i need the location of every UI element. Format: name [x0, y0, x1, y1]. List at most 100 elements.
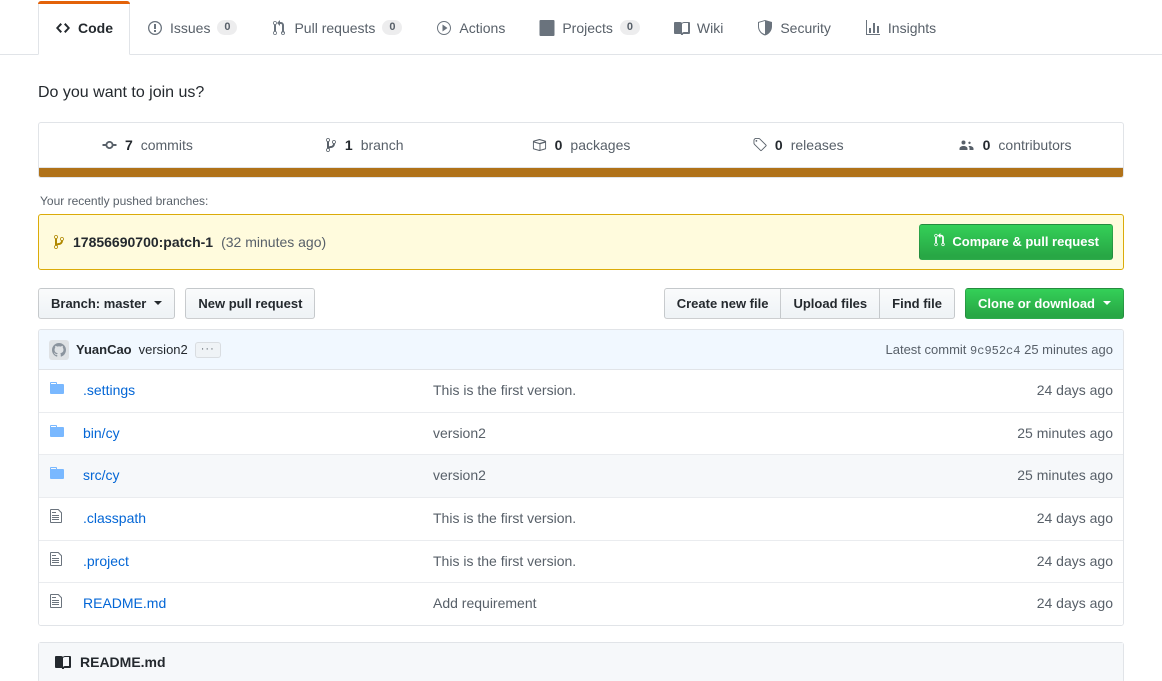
new-pull-request-button[interactable]: New pull request	[185, 287, 316, 320]
tab-code-label: Code	[78, 20, 113, 36]
language-bar	[38, 168, 1124, 179]
branch-icon	[325, 137, 337, 153]
commit-expand-button[interactable]: ···	[194, 341, 221, 358]
stat-packages-number: 0	[554, 137, 563, 154]
stat-releases-link[interactable]: 0 releases	[689, 123, 906, 167]
avatar[interactable]	[49, 339, 69, 360]
folder-icon	[49, 465, 65, 481]
file-commit-message-link[interactable]: This is the first version.	[433, 510, 576, 526]
stat-branches: 1 branch	[256, 123, 473, 167]
file-age-cell: 24 days ago	[1036, 382, 1113, 399]
file-age-cell: 25 minutes ago	[1017, 424, 1113, 441]
table-row[interactable]: README.md Add requirement 24 days ago	[39, 582, 1123, 625]
repo-nav: Code Issues 0 Pull requests 0 Actions Pr…	[0, 0, 1162, 55]
latest-commit-message[interactable]: version2	[139, 342, 188, 357]
folder-icon	[49, 380, 65, 396]
upload-files-label: Upload files	[793, 295, 868, 311]
tab-insights[interactable]: Insights	[848, 0, 953, 54]
repo-main: Do you want to join us? 7 commits 1 bran…	[0, 55, 1162, 681]
file-age-cell: 24 days ago	[1036, 510, 1113, 527]
file-name-link[interactable]: bin/cy	[83, 425, 120, 441]
stat-contributors-link[interactable]: 0 contributors	[906, 123, 1123, 167]
pushed-branch-info: 17856690700:patch-1 (32 minutes ago)	[53, 234, 326, 250]
tab-code[interactable]: Code	[38, 1, 130, 55]
find-file-label: Find file	[892, 295, 942, 311]
tab-security[interactable]: Security	[740, 0, 848, 54]
pushed-branch-name[interactable]: 17856690700:patch-1	[73, 234, 213, 250]
tab-wiki-label: Wiki	[696, 19, 724, 36]
readme-header: README.md	[39, 642, 1123, 681]
stat-releases: 0 releases	[689, 123, 906, 167]
stat-packages: 0 packages	[473, 123, 690, 167]
file-icon	[49, 551, 63, 567]
latest-commit-time: 25 minutes ago	[1024, 341, 1113, 357]
file-list-container: YuanCao version2 ··· Latest commit 9c952…	[38, 329, 1124, 626]
tab-issues-label: Issues	[170, 19, 211, 36]
file-name-link[interactable]: src/cy	[83, 467, 120, 483]
latest-commit-sha[interactable]: 9c952c4	[970, 344, 1020, 358]
language-segment-java[interactable]	[39, 168, 1123, 178]
stat-branches-label: branch	[360, 137, 404, 154]
file-age-cell: 25 minutes ago	[1017, 467, 1113, 484]
stat-branches-link[interactable]: 1 branch	[256, 123, 473, 167]
project-icon	[539, 19, 555, 36]
pr-icon	[933, 233, 946, 250]
tab-pull-requests[interactable]: Pull requests 0	[254, 0, 419, 54]
file-commit-message-link[interactable]: This is the first version.	[433, 382, 576, 398]
table-row[interactable]: .project This is the first version. 24 day…	[39, 540, 1123, 583]
file-name-link[interactable]: README.md	[83, 595, 166, 611]
file-icon	[49, 508, 63, 524]
file-name-cell: bin/cy	[73, 412, 423, 455]
table-row[interactable]: .settings This is the first version. 24 da…	[39, 370, 1123, 412]
stat-releases-number: 0	[774, 137, 783, 154]
file-commit-message-link[interactable]: version2	[433, 467, 486, 483]
branch-select-button[interactable]: Branch: master	[38, 287, 176, 320]
chevron-down-icon	[1103, 301, 1111, 306]
file-name-link[interactable]: .project	[83, 553, 129, 569]
stat-contributors-label: contributors	[998, 137, 1072, 154]
latest-commit-author-info: YuanCao version2 ···	[49, 339, 221, 360]
create-new-file-button[interactable]: Create new file	[663, 287, 782, 320]
file-icon	[49, 593, 63, 609]
book-icon	[673, 20, 690, 36]
file-age-cell: 24 days ago	[1036, 552, 1113, 569]
table-row[interactable]: src/cy version2 25 minutes ago	[39, 454, 1123, 498]
clone-or-download-button[interactable]: Clone or download	[965, 287, 1124, 320]
file-navigation-toolbar: Branch: master New pull request Create n…	[38, 270, 1124, 330]
new-pull-request-label: New pull request	[198, 295, 303, 311]
file-icon-cell	[39, 498, 73, 541]
table-row[interactable]: .classpath This is the first version. 24 d…	[39, 497, 1123, 541]
find-file-button[interactable]: Find file	[879, 287, 955, 320]
table-row[interactable]: bin/cy version2 25 minutes ago	[39, 412, 1123, 455]
stat-releases-label: releases	[790, 137, 844, 154]
create-new-file-label: Create new file	[676, 295, 769, 311]
file-name-cell: README.md	[73, 583, 423, 625]
stat-packages-link[interactable]: 0 packages	[473, 123, 690, 167]
file-commit-message-cell: version2	[423, 412, 963, 455]
tab-actions[interactable]: Actions	[419, 0, 522, 54]
upload-files-button[interactable]: Upload files	[780, 287, 881, 320]
file-age-cell: 24 days ago	[1036, 595, 1113, 612]
latest-commit-label: Latest commit	[885, 341, 967, 357]
file-commit-message-cell: Add requirement	[423, 583, 963, 625]
file-name-link[interactable]: .settings	[83, 382, 135, 398]
play-icon	[436, 20, 452, 36]
file-icon-cell	[39, 540, 73, 583]
tag-icon	[752, 137, 767, 153]
tab-projects[interactable]: Projects 0	[522, 0, 657, 54]
pushed-branch-time: (32 minutes ago)	[221, 234, 327, 251]
file-name-cell: .classpath	[73, 498, 423, 541]
compare-pull-request-button[interactable]: Compare & pull request	[919, 224, 1113, 260]
stat-commits-link[interactable]: 7 commits	[39, 123, 256, 167]
latest-commit-author[interactable]: YuanCao	[76, 342, 132, 357]
tab-wiki[interactable]: Wiki	[657, 0, 740, 54]
graph-icon	[865, 19, 881, 36]
file-table: .settings This is the first version. 24 da…	[39, 370, 1123, 625]
file-name-link[interactable]: .classpath	[83, 510, 146, 526]
pr-icon	[271, 19, 287, 36]
file-commit-message-link[interactable]: version2	[433, 425, 486, 441]
tab-issues[interactable]: Issues 0	[130, 0, 254, 54]
file-commit-message-link[interactable]: Add requirement	[433, 595, 537, 611]
file-commit-message-link[interactable]: This is the first version.	[433, 553, 576, 569]
tab-pull-requests-count: 0	[382, 20, 403, 35]
